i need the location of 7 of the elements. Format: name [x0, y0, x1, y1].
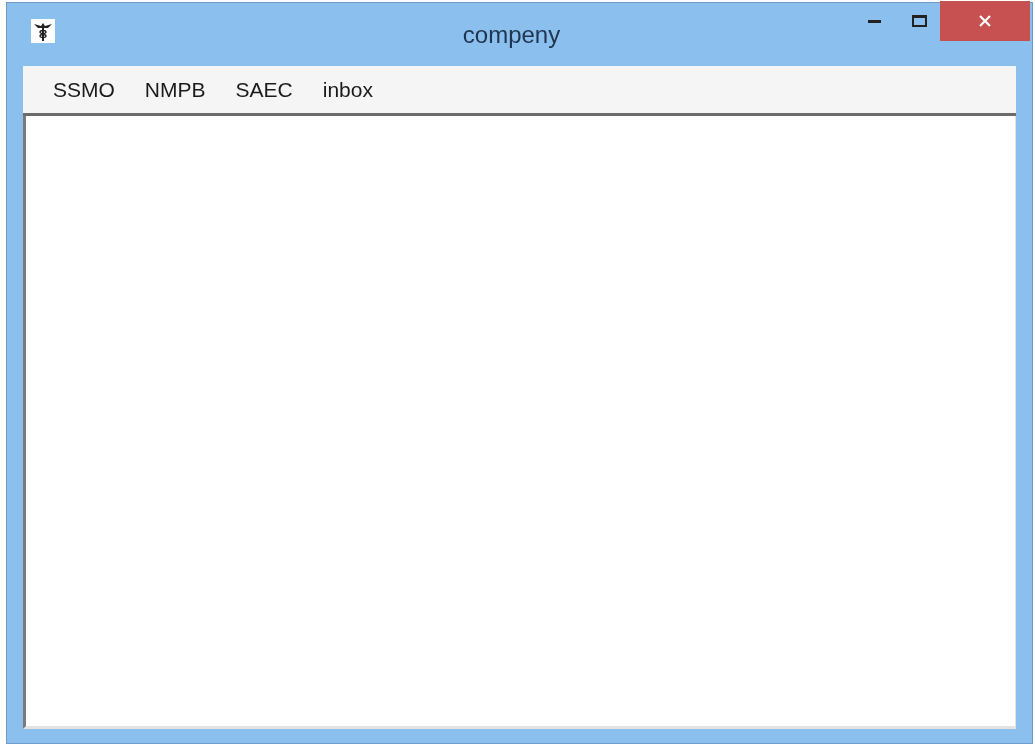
- menu-item[interactable]: inbox: [308, 73, 387, 106]
- window-title: compeny: [462, 19, 561, 50]
- menu-item[interactable]: SAEC: [221, 73, 307, 106]
- caduceus-icon: [31, 19, 55, 43]
- menu-item[interactable]: NMPB: [130, 73, 220, 106]
- menu-item[interactable]: SSMO: [39, 73, 129, 106]
- close-icon: [979, 15, 991, 27]
